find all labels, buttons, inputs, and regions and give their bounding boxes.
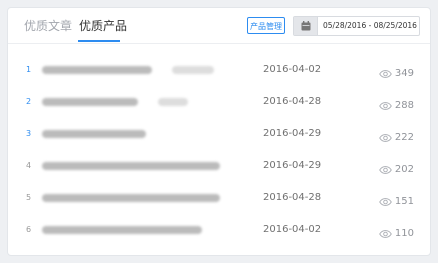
publish-date: 2016-04-28 xyxy=(263,96,322,107)
view-count: 151 xyxy=(394,196,414,207)
redacted-product-brand xyxy=(158,98,188,106)
list-item[interactable]: 2 2016-04-28 288 xyxy=(8,86,430,118)
redacted-product-title[interactable] xyxy=(42,226,202,234)
redacted-product-title[interactable] xyxy=(42,130,146,138)
card-header: 优质文章 优质产品 产品管理 05/28/2016 - 08/25/2016 xyxy=(8,8,430,44)
list-item[interactable]: 4 2016-04-29 202 xyxy=(8,150,430,182)
active-tab-indicator xyxy=(78,40,120,42)
eye-icon xyxy=(379,197,392,206)
view-stat: 202 xyxy=(379,159,414,175)
list-item[interactable]: 3 2016-04-29 222 xyxy=(8,118,430,150)
hot-products-card: 优质文章 优质产品 产品管理 05/28/2016 - 08/25/2016 1… xyxy=(7,7,431,256)
calendar-button[interactable] xyxy=(294,17,318,35)
publish-date: 2016-04-02 xyxy=(263,64,322,75)
rank-number: 2 xyxy=(26,97,32,106)
rank-number: 6 xyxy=(26,225,32,234)
eye-icon xyxy=(379,133,392,142)
eye-icon xyxy=(379,69,392,78)
eye-icon xyxy=(379,165,392,174)
rank-number: 4 xyxy=(26,161,32,170)
publish-date: 2016-04-29 xyxy=(263,128,322,139)
rank-number: 3 xyxy=(26,129,32,138)
eye-icon xyxy=(379,101,392,110)
list-item[interactable]: 6 2016-04-02 110 xyxy=(8,214,430,246)
tab-quality-products[interactable]: 优质产品 xyxy=(79,18,127,34)
view-count: 222 xyxy=(394,132,414,143)
view-count: 288 xyxy=(394,100,414,111)
redacted-product-title[interactable] xyxy=(42,194,220,202)
publish-date: 2016-04-29 xyxy=(263,160,322,171)
tab-quality-articles[interactable]: 优质文章 xyxy=(24,18,72,34)
list-item[interactable]: 5 2016-04-28 151 xyxy=(8,182,430,214)
rank-number: 1 xyxy=(26,65,32,74)
view-stat: 151 xyxy=(379,191,414,207)
view-count: 349 xyxy=(394,68,414,79)
view-stat: 349 xyxy=(379,63,414,79)
view-stat: 288 xyxy=(379,95,414,111)
publish-date: 2016-04-02 xyxy=(263,224,322,235)
redacted-product-brand xyxy=(172,66,214,74)
list-item[interactable]: 1 2016-04-02 349 xyxy=(8,54,430,86)
calendar-icon xyxy=(301,21,311,31)
date-range-text: 05/28/2016 - 08/25/2016 xyxy=(323,21,417,30)
date-range-picker[interactable]: 05/28/2016 - 08/25/2016 xyxy=(293,16,420,36)
redacted-product-title[interactable] xyxy=(42,98,138,106)
redacted-product-title[interactable] xyxy=(42,162,220,170)
view-stat: 110 xyxy=(379,223,414,239)
redacted-product-title[interactable] xyxy=(42,66,152,74)
rank-number: 5 xyxy=(26,193,32,202)
product-management-button[interactable]: 产品管理 xyxy=(247,17,285,34)
view-count: 202 xyxy=(394,164,414,175)
view-count: 110 xyxy=(394,228,414,239)
publish-date: 2016-04-28 xyxy=(263,192,322,203)
view-stat: 222 xyxy=(379,127,414,143)
eye-icon xyxy=(379,229,392,238)
